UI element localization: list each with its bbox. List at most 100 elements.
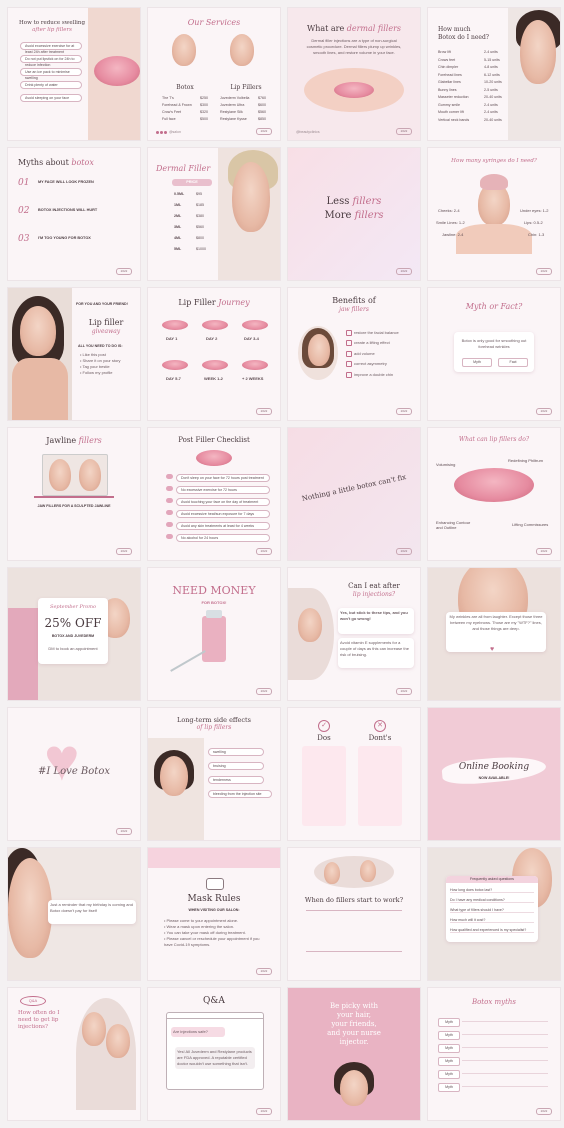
giveaway-title: Lip filler bbox=[88, 318, 124, 327]
year-pill: 2022 bbox=[116, 828, 132, 835]
lip-do-title: What can lip fillers do? bbox=[458, 436, 530, 443]
tile-how-much-botox[interactable]: How much Botox do I need? Brow lift 2-4 u… bbox=[428, 8, 560, 140]
service-price: $760 bbox=[258, 96, 266, 100]
tile-faq[interactable]: Frequently asked questions How long does… bbox=[428, 848, 560, 980]
price-header: PRICE bbox=[172, 179, 212, 186]
myth-heading: MY FACE WILL LOOK FROZEN bbox=[38, 180, 94, 184]
tile-what-are-dermal-fillers[interactable]: What are dermal fillers Dermal filler in… bbox=[288, 8, 420, 140]
units-row-label: Bunny lines bbox=[438, 87, 457, 92]
syringe-label: Lips: 0.5-2 bbox=[524, 220, 543, 225]
lip-fillers-column-title: Lip Fillers bbox=[230, 84, 262, 91]
tile-benefits-jaw-fillers[interactable]: Benefits of jaw fillers restore the faci… bbox=[288, 288, 420, 420]
tile-be-picky[interactable]: Be picky with your hair, your friends, a… bbox=[288, 988, 420, 1120]
units-row-value: 2-4 units bbox=[484, 102, 498, 107]
benefits-script: jaw fillers bbox=[339, 306, 369, 313]
tile-how-many-syringes[interactable]: How many syringes do I need? Cheeks: 2-4… bbox=[428, 148, 560, 280]
instagram-template-grid: How to reduce swelling after lip fillers… bbox=[0, 0, 564, 1128]
more-script: fillers bbox=[354, 210, 384, 221]
tile-long-term-side-effects[interactable]: Long-term side effects of lip fillers sw… bbox=[148, 708, 280, 840]
model-photo bbox=[288, 588, 334, 680]
mask-rule: You can take your mask off during treatm… bbox=[166, 930, 246, 935]
mask-icon bbox=[206, 878, 224, 890]
tile-qa-chat[interactable]: Q&A Are injections safe? Yes! All Juvede… bbox=[148, 988, 280, 1120]
tile-jawline-fillers[interactable]: Jawline fillers JAW FILLERS FOR A SCULPT… bbox=[8, 428, 140, 560]
units-row-value: 10-20 units bbox=[484, 80, 502, 84]
units-row-value: 20-40 units bbox=[484, 95, 502, 99]
tile-when-fillers-work[interactable]: When do fillers start to work? bbox=[288, 848, 420, 980]
units-row-value: 2-4 units bbox=[484, 50, 498, 54]
tile-reduce-swelling[interactable]: How to reduce swelling after lip fillers… bbox=[8, 8, 140, 140]
swelling-item: Drink plenty of water bbox=[20, 81, 82, 89]
botox-face-image bbox=[172, 34, 196, 66]
tile-nothing-botox-cant-fix[interactable]: Nothing a little botox can't fix 2022 bbox=[288, 428, 420, 560]
price-value: $380 bbox=[196, 214, 204, 218]
tile-myth-or-fact[interactable]: Myth or Fact? Botox is only good for smo… bbox=[428, 288, 560, 420]
toggle-icon bbox=[166, 474, 173, 479]
dermal-body: Dermal filler injections are a type of n… bbox=[306, 38, 402, 55]
lips-diagram bbox=[454, 468, 534, 502]
journey-title: Lip Filler bbox=[178, 298, 216, 307]
tile-post-filler-checklist[interactable]: Post Filler Checklist Don't sleep on you… bbox=[148, 428, 280, 560]
lips-icon bbox=[202, 360, 228, 370]
tile-dermal-filler-price[interactable]: Dermal Filler PRICE 0.5ML $95 1ML $185 2ML $3… bbox=[148, 148, 280, 280]
syringe-label: Smile Lines: 1-2 bbox=[436, 220, 465, 225]
checklist-item: Avoid touching your face on the day of t… bbox=[176, 497, 270, 506]
syringes-title: How many syringes do I need? bbox=[451, 158, 537, 164]
service-name: Juvederm Volbella bbox=[220, 96, 250, 100]
tile-online-booking[interactable]: Online Booking NOW AVAILABLE! bbox=[428, 708, 560, 840]
journey-day: DAY 1 bbox=[166, 336, 178, 341]
more-title: More bbox=[324, 210, 352, 221]
units-row-value: 5-15 units bbox=[484, 57, 500, 62]
swelling-item: Use an ice pack to minimise swelling bbox=[20, 68, 82, 80]
donts-title: Dont's bbox=[368, 734, 392, 742]
year-pill: 2022 bbox=[396, 128, 412, 135]
service-price: $600 bbox=[258, 103, 266, 107]
tile-september-promo[interactable]: September Promo 25% OFF BOTOX AND JUVEDE… bbox=[8, 568, 140, 700]
tile-laughter-quote[interactable]: My wrinkles are all from laughter. Excep… bbox=[428, 568, 560, 700]
tile-lip-filler-giveaway[interactable]: FOR YOU AND YOUR FRIEND! Lip filler give… bbox=[8, 288, 140, 420]
tile-how-often-lip-injections[interactable]: Q&A How often do I need to get lip injec… bbox=[8, 988, 140, 1120]
service-name: Juvederm Ultra bbox=[220, 103, 245, 107]
myth-line bbox=[462, 1047, 548, 1048]
tile-our-services[interactable]: Our Services Botox Lip Fillers The T's $… bbox=[148, 8, 280, 140]
tile-i-love-botox[interactable]: ♥ #I Love Botox 2022 bbox=[8, 708, 140, 840]
service-name: Restylane Kysse bbox=[220, 117, 247, 121]
lips-image bbox=[196, 450, 232, 466]
syringe-label: Under eyes: 1-2 bbox=[520, 208, 549, 213]
services-title: Our Services bbox=[187, 18, 241, 27]
toggle-icon bbox=[166, 498, 173, 503]
tile-can-i-eat[interactable]: Can I eat after lip injections? Yes, but… bbox=[288, 568, 420, 700]
tile-dos-donts[interactable]: ✓ ✕ Dos Dont's bbox=[288, 708, 420, 840]
heart-icon: ♥ bbox=[44, 726, 80, 793]
lips-image bbox=[94, 56, 140, 86]
model-image bbox=[8, 858, 52, 958]
myth-tag: Myth bbox=[438, 1018, 460, 1027]
check-icon bbox=[346, 371, 352, 378]
price-value: $185 bbox=[196, 203, 204, 207]
units-row-label: Chin dimpler bbox=[438, 65, 459, 69]
tile-lip-filler-journey[interactable]: Lip Filler Journey DAY 1 DAY 2 DAY 3-4 D… bbox=[148, 288, 280, 420]
tile-myths-about-botox[interactable]: Myths about botox 01 MY FACE WILL LOOK F… bbox=[8, 148, 140, 280]
syringe-label: Jawline: 2-4 bbox=[442, 232, 464, 237]
fact-button[interactable]: Fact bbox=[498, 358, 528, 367]
how-much-title: How much bbox=[438, 26, 471, 33]
tile-less-fillers[interactable]: Less fillers More fillers 2022 bbox=[288, 148, 420, 280]
tile-botox-myths[interactable]: Botox myths Myth Myth Myth Myth Myth Myth 202… bbox=[428, 988, 560, 1120]
faq-title: Frequently asked questions bbox=[446, 876, 538, 883]
tile-need-money[interactable]: NEED MONEY FOR BOTOX! 2022 bbox=[148, 568, 280, 700]
faq-item: How long does botox last? bbox=[450, 888, 534, 893]
myth-fact-card: Botox is only good for smoothing out for… bbox=[454, 332, 534, 372]
when-title: When do fillers start to work? bbox=[304, 896, 404, 904]
benefit-item: add volume bbox=[354, 350, 375, 356]
year-pill: 2022 bbox=[396, 408, 412, 415]
journey-script: Journey bbox=[218, 298, 250, 307]
myth-button[interactable]: Myth bbox=[462, 358, 492, 367]
botox-quote: Nothing a little botox can't fix bbox=[301, 473, 407, 503]
love-botox-text: #I Love Botox bbox=[38, 766, 110, 777]
mask-rule: Please come to your appointment alone. bbox=[166, 918, 239, 923]
side-effect-item: tenderness bbox=[208, 776, 264, 784]
tile-what-can-lip-fillers-do[interactable]: What can lip fillers do? Volumising Rede… bbox=[428, 428, 560, 560]
checklist-title: Post Filler Checklist bbox=[178, 436, 250, 444]
tile-birthday-reminder[interactable]: Just a reminder that my birthday is comi… bbox=[8, 848, 140, 980]
tile-mask-rules[interactable]: Mask Rules WHEN VISITING OUR SALON: • Pl… bbox=[148, 848, 280, 980]
